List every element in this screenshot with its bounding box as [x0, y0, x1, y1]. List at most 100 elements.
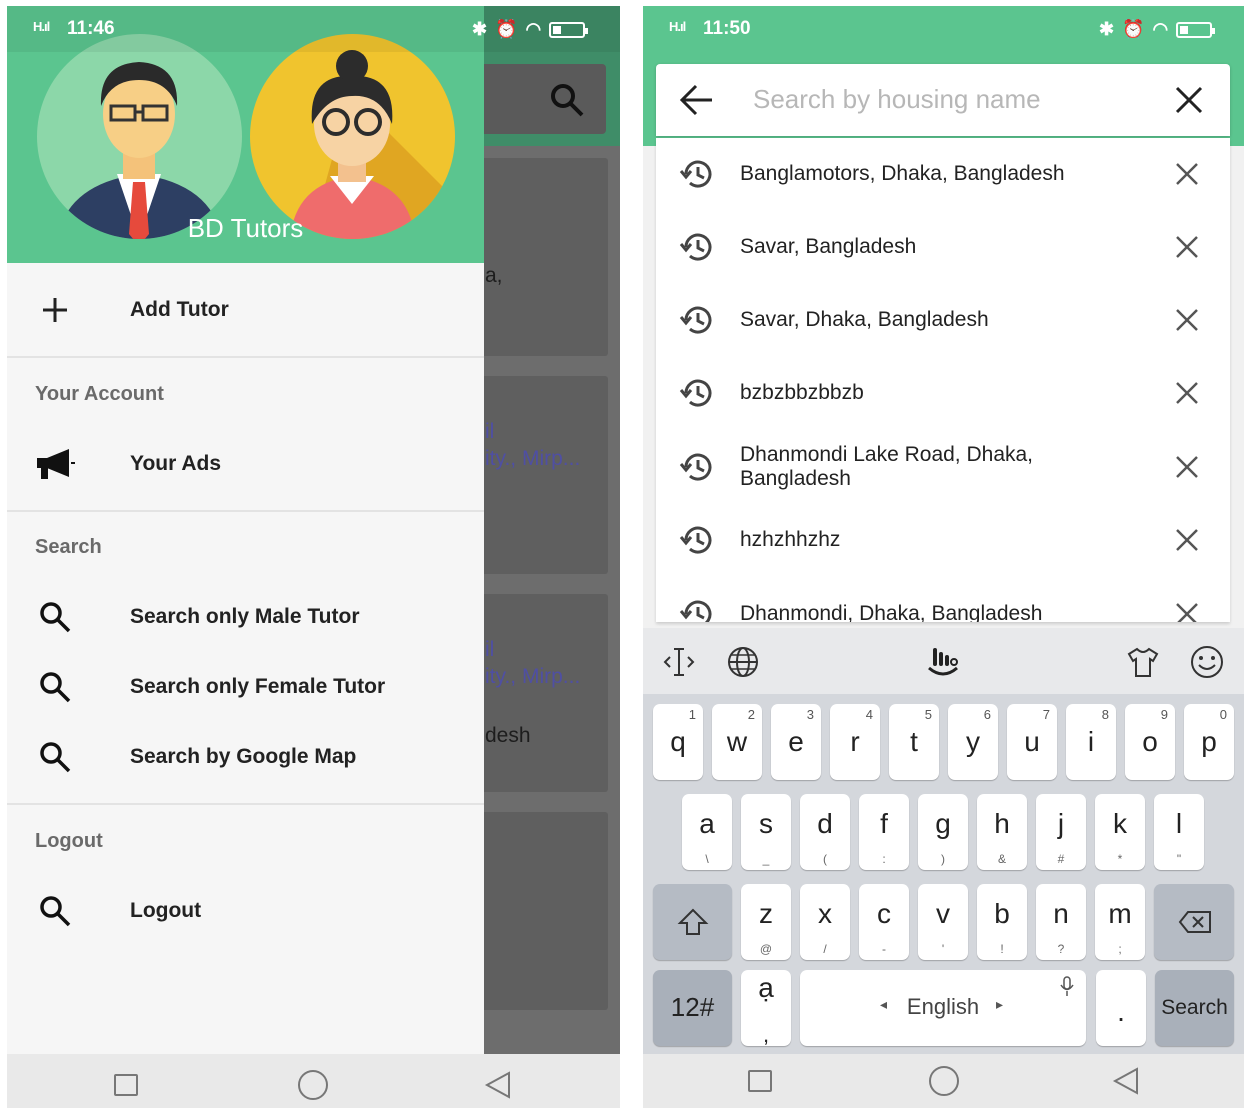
background-card: [467, 812, 608, 1010]
search-action-key[interactable]: Search: [1155, 970, 1234, 1046]
key-label: Search: [1161, 996, 1228, 1019]
back-button[interactable]: [483, 1070, 513, 1100]
history-item[interactable]: Savar, Dhaka, Bangladesh: [656, 284, 1230, 356]
background-text: il: [485, 420, 495, 443]
shift-key[interactable]: [653, 884, 732, 960]
key-secondary: 1: [688, 707, 696, 722]
home-button[interactable]: [298, 1070, 328, 1100]
key-g[interactable]: g): [918, 794, 968, 870]
menu-item-search-female[interactable]: Search only Female Tutor: [7, 659, 484, 715]
key-v[interactable]: v ': [918, 884, 968, 960]
microphone-icon: [1060, 976, 1074, 996]
key-i[interactable]: 8i: [1066, 704, 1116, 780]
history-item[interactable]: Savar, Bangladesh: [656, 211, 1230, 283]
signal-indicator: H.ıl: [669, 19, 686, 34]
key-e[interactable]: 3e: [771, 704, 821, 780]
key-n[interactable]: n?: [1036, 884, 1086, 960]
signal-indicator: H.ıl: [33, 19, 50, 34]
background-text: desh: [485, 724, 531, 747]
key-a[interactable]: a \: [682, 794, 732, 870]
key-f[interactable]: f:: [859, 794, 909, 870]
key-l[interactable]: l ": [1154, 794, 1204, 870]
history-icon: [679, 453, 712, 481]
battery-icon: [549, 21, 589, 38]
menu-item-label: Add Tutor: [130, 298, 229, 321]
clear-search-icon[interactable]: [1171, 82, 1207, 118]
menu-item-logout[interactable]: Logout: [7, 883, 484, 939]
key-q[interactable]: 1q: [653, 704, 703, 780]
recents-button[interactable]: [114, 1074, 138, 1096]
key-h[interactable]: h &: [977, 794, 1027, 870]
key-k[interactable]: k *: [1095, 794, 1145, 870]
key-secondary: 3: [806, 707, 814, 722]
key-o[interactable]: 9o: [1125, 704, 1175, 780]
key-z[interactable]: z @: [741, 884, 791, 960]
menu-item-search-male[interactable]: Search only Male Tutor: [7, 589, 484, 645]
back-button[interactable]: [1111, 1066, 1141, 1096]
key-m[interactable]: m;: [1095, 884, 1145, 960]
key-p[interactable]: 0p: [1184, 704, 1234, 780]
history-item[interactable]: bzbzbbzbbzb: [656, 357, 1230, 429]
menu-item-search-map[interactable]: Search by Google Map: [7, 729, 484, 785]
period-key[interactable]: .: [1096, 970, 1146, 1046]
ime-comma-key[interactable]: ạ,: [741, 970, 791, 1047]
key-label: ạ: [758, 972, 774, 1003]
numbers-key[interactable]: 12#: [653, 970, 732, 1046]
search-input[interactable]: Search by housing name: [753, 84, 1041, 115]
keyboard-toolbar: [643, 628, 1244, 694]
key-x[interactable]: x /: [800, 884, 850, 960]
backspace-key[interactable]: [1154, 884, 1234, 960]
navigation-drawer: BD Tutors H.ıl 11:46 ✱ ⏰ ◠ Add Tutor You…: [7, 6, 620, 1054]
key-s[interactable]: s _: [741, 794, 791, 870]
remove-history-icon[interactable]: [1172, 599, 1202, 622]
section-header-logout: Logout: [35, 830, 103, 852]
history-item-label: hzhzhhzhz: [740, 528, 841, 551]
key-label: i: [1087, 726, 1095, 757]
recents-button[interactable]: [748, 1070, 772, 1092]
key-t[interactable]: 5t: [889, 704, 939, 780]
search-bar: Search by housing name: [656, 64, 1230, 136]
remove-history-icon[interactable]: [1172, 452, 1202, 482]
home-button[interactable]: [929, 1066, 959, 1096]
menu-item-label: Your Ads: [130, 452, 222, 475]
key-secondary: _: [762, 852, 770, 866]
menu-item-add-tutor[interactable]: Add Tutor: [7, 282, 484, 338]
remove-history-icon[interactable]: [1172, 232, 1202, 262]
history-item[interactable]: Banglamotors, Dhaka, Bangladesh: [656, 138, 1230, 210]
key-c[interactable]: c-: [859, 884, 909, 960]
cursor-icon[interactable]: [661, 644, 697, 680]
key-r[interactable]: 4r: [830, 704, 880, 780]
status-time: 11:46: [67, 18, 115, 39]
remove-history-icon[interactable]: [1172, 378, 1202, 408]
key-d[interactable]: d(: [800, 794, 850, 870]
key-u[interactable]: 7u: [1007, 704, 1057, 780]
key-y[interactable]: 6y: [948, 704, 998, 780]
theme-shirt-icon[interactable]: [1125, 644, 1161, 680]
back-arrow-icon[interactable]: [678, 82, 716, 118]
background-text: a,: [485, 264, 503, 287]
key-j[interactable]: j #: [1036, 794, 1086, 870]
history-item[interactable]: Dhanmondi, Dhaka, Bangladesh: [656, 578, 1230, 622]
globe-icon[interactable]: [725, 644, 761, 680]
key-secondary: *: [1117, 852, 1123, 866]
alarm-icon: ⏰: [495, 19, 518, 39]
key-secondary: 7: [1042, 707, 1050, 722]
touchpal-hand-icon[interactable]: [925, 644, 961, 680]
key-label: w: [726, 726, 748, 757]
key-label: m: [1108, 898, 1132, 929]
history-item[interactable]: Dhanmondi Lake Road, Dhaka, Bangladesh: [656, 430, 1230, 504]
key-b[interactable]: b!: [977, 884, 1027, 960]
remove-history-icon[interactable]: [1172, 305, 1202, 335]
key-w[interactable]: 2w: [712, 704, 762, 780]
remove-history-icon[interactable]: [1172, 525, 1202, 555]
emoji-icon[interactable]: [1189, 644, 1225, 680]
menu-item-label: Search by Google Map: [130, 745, 357, 768]
menu-item-your-ads[interactable]: Your Ads: [7, 436, 484, 492]
key-label: n: [1053, 898, 1069, 929]
menu-item-label: Search only Male Tutor: [130, 605, 360, 628]
search-history-list: Banglamotors, Dhaka, Bangladesh Savar, B…: [656, 138, 1230, 622]
remove-history-icon[interactable]: [1172, 159, 1202, 189]
history-item[interactable]: hzhzhhzhz: [656, 504, 1230, 576]
menu-item-label: Search only Female Tutor: [130, 675, 386, 698]
space-key[interactable]: ◂ English ▸: [800, 970, 1086, 1046]
